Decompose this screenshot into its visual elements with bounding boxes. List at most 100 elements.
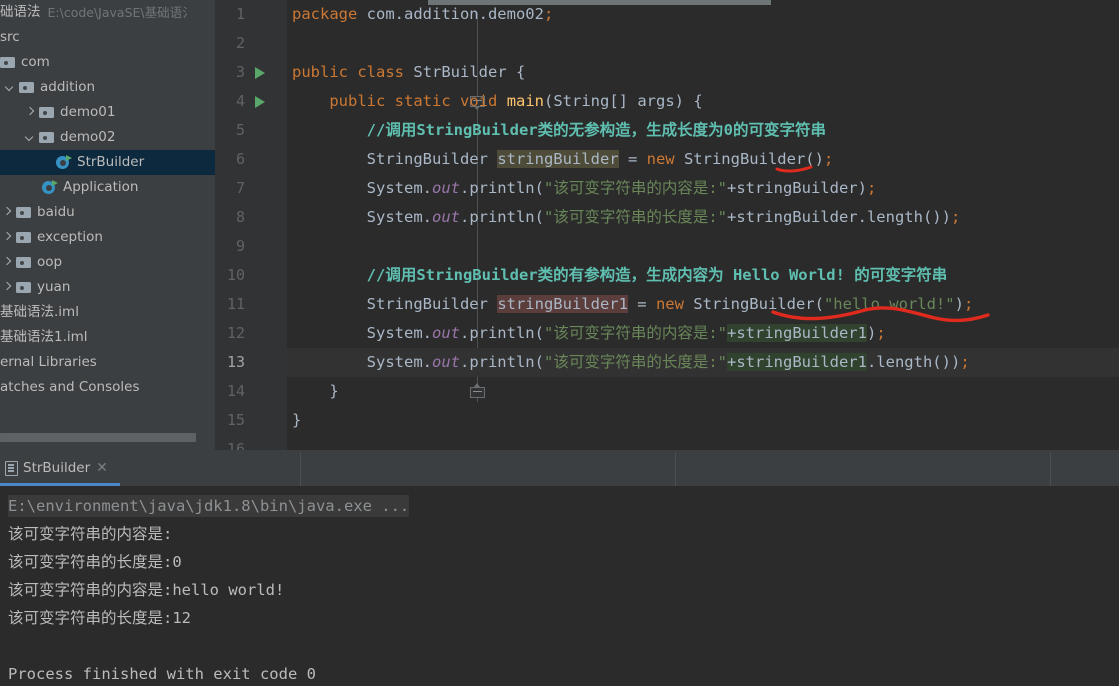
run-tab-bar[interactable]: StrBuilder ✕	[0, 450, 1119, 486]
line-number-row: 8	[215, 203, 287, 232]
line-number-row: 10	[215, 261, 287, 290]
project-tree-panel[interactable]: 础语法 E:\code\JavaSE\基础语氵 src com addition…	[0, 0, 215, 450]
code-line-13-current[interactable]: System.out.println("该可变字符串的长度是:"+stringB…	[287, 348, 1119, 377]
sidebar-item-iml1[interactable]: 基础语法1.iml	[0, 325, 215, 350]
sidebar-item-label: oop	[37, 254, 63, 270]
token-plus: +	[726, 324, 737, 342]
sidebar-item-scratches-and-consoles[interactable]: atches and Consoles	[0, 375, 215, 400]
code-line-12[interactable]: System.out.println("该可变字符串的内容是:"+stringB…	[287, 319, 1119, 348]
sidebar-item-exception[interactable]: exception	[0, 225, 215, 250]
token-keyword: public	[292, 63, 348, 81]
token-static-field: out	[431, 353, 460, 371]
code-editor[interactable]: 1 2 3 4 5 6 7 8 9 10 11 12 13 14 15 16 p…	[215, 0, 1119, 450]
folder-icon	[19, 81, 34, 94]
console-line: 该可变字符串的长度是:12	[8, 609, 191, 627]
sidebar-item-demo02[interactable]: demo02	[0, 125, 215, 150]
token-keyword: new	[646, 150, 675, 168]
code-line-9[interactable]	[287, 232, 1119, 261]
line-number: 5	[235, 121, 245, 139]
sidebar-item-com[interactable]: com	[0, 50, 215, 75]
close-icon[interactable]: ✕	[96, 461, 108, 475]
sidebar-item-label: baidu	[37, 204, 75, 220]
sidebar-item-label: com	[21, 54, 50, 70]
run-method-icon[interactable]	[255, 96, 265, 108]
code-line-2[interactable]	[287, 29, 1119, 58]
code-text-area[interactable]: package com.addition.demo02; public clas…	[287, 0, 1119, 450]
line-number: 15	[226, 411, 245, 429]
line-number: 4	[235, 92, 245, 110]
token-class-name: StrBuilder	[413, 63, 507, 81]
token-semicolon: ;	[963, 295, 974, 313]
sidebar-item-label: addition	[40, 79, 96, 95]
tab-divider	[675, 452, 676, 486]
sidebar-item-iml[interactable]: 基础语法.iml	[0, 300, 215, 325]
line-number-row: 14	[215, 377, 287, 406]
line-number: 3	[235, 63, 245, 81]
sidebar-item-src[interactable]: src	[0, 25, 215, 50]
line-number-row: 4	[215, 87, 287, 116]
project-root-row[interactable]: 础语法 E:\code\JavaSE\基础语氵	[0, 0, 215, 25]
code-line-11[interactable]: StringBuilder stringBuilder1 = new Strin…	[287, 290, 1119, 319]
code-line-14[interactable]: }	[287, 377, 1119, 406]
line-number: 13	[226, 353, 245, 371]
folder-icon	[16, 231, 31, 244]
editor-gutter[interactable]: 1 2 3 4 5 6 7 8 9 10 11 12 13 14 15 16	[215, 0, 485, 450]
sidebar-item-demo01[interactable]: demo01	[0, 100, 215, 125]
code-line-4[interactable]: public static void main(String[] args) {	[287, 87, 1119, 116]
chevron-right-icon[interactable]	[2, 232, 13, 243]
folder-icon	[39, 131, 54, 144]
idea-window: 础语法 E:\code\JavaSE\基础语氵 src com addition…	[0, 0, 1119, 686]
code-line-10[interactable]: //调用StringBuilder类的有参构造，生成内容为 Hello Worl…	[287, 261, 1119, 290]
token-params: (String[] args)	[544, 92, 694, 110]
chevron-right-icon[interactable]	[2, 282, 13, 293]
run-tab-label: StrBuilder	[23, 460, 91, 476]
folder-icon	[16, 206, 31, 219]
java-class-runnable-icon	[42, 180, 58, 195]
code-line-7[interactable]: System.out.println("该可变字符串的内容是:"+stringB…	[287, 174, 1119, 203]
chevron-down-icon[interactable]	[5, 82, 16, 93]
token-string: "该可变字符串的长度是:"	[543, 353, 727, 371]
token-type: StringBuilder	[366, 150, 498, 168]
code-line-3[interactable]: public class StrBuilder {	[287, 58, 1119, 87]
token-plus: +	[726, 353, 737, 371]
token-method-call: .length())	[866, 353, 961, 371]
chevron-right-icon[interactable]	[2, 207, 13, 218]
line-number-row: 16	[215, 435, 287, 450]
code-line-1[interactable]: package com.addition.demo02;	[287, 0, 1119, 29]
line-number-row: 1	[215, 0, 287, 29]
run-tab-strbuilder[interactable]: StrBuilder ✕	[0, 450, 120, 486]
sidebar-item-strbuilder[interactable]: StrBuilder	[0, 150, 215, 175]
code-line-8[interactable]: System.out.println("该可变字符串的长度是:"+stringB…	[287, 203, 1119, 232]
line-number: 11	[226, 295, 245, 313]
line-number-row: 9	[215, 232, 287, 261]
line-number: 12	[226, 324, 245, 342]
sidebar-item-application[interactable]: Application	[0, 175, 215, 200]
sidebar-item-addition[interactable]: addition	[0, 75, 215, 100]
token-semicolon: ;	[823, 150, 834, 168]
token-static-field: out	[431, 208, 460, 226]
chevron-right-icon[interactable]	[25, 107, 36, 118]
token-keyword: void	[460, 92, 498, 110]
sidebar-item-oop[interactable]: oop	[0, 250, 215, 275]
code-line-5[interactable]: //调用StringBuilder类的无参构造，生成长度为0的可变字符串	[287, 116, 1119, 145]
code-line-16[interactable]	[287, 435, 1119, 450]
line-number: 8	[235, 208, 245, 226]
line-number-row: 3	[215, 58, 287, 87]
sidebar-item-yuan[interactable]: yuan	[0, 275, 215, 300]
sidebar-item-baidu[interactable]: baidu	[0, 200, 215, 225]
run-class-icon[interactable]	[255, 67, 265, 79]
console-output[interactable]: E:\environment\java\jdk1.8\bin\java.exe …	[0, 486, 1119, 686]
token-constructor: StringBuilder(	[683, 295, 824, 313]
code-line-15[interactable]: }	[287, 406, 1119, 435]
chevron-right-icon[interactable]	[2, 257, 13, 268]
token-paren: )	[866, 324, 877, 342]
sidebar-horizontal-scrollbar[interactable]	[0, 433, 215, 442]
line-number: 14	[226, 382, 245, 400]
scrollbar-thumb[interactable]	[0, 433, 196, 442]
chevron-down-icon[interactable]	[25, 132, 36, 143]
code-line-6[interactable]: StringBuilder stringBuilder = new String…	[287, 145, 1119, 174]
sidebar-item-external-libraries[interactable]: ernal Libraries	[0, 350, 215, 375]
token-comment: //调用StringBuilder类的无参构造，生成长度为0的可变字符串	[366, 121, 826, 139]
token-operator: =	[618, 150, 647, 168]
